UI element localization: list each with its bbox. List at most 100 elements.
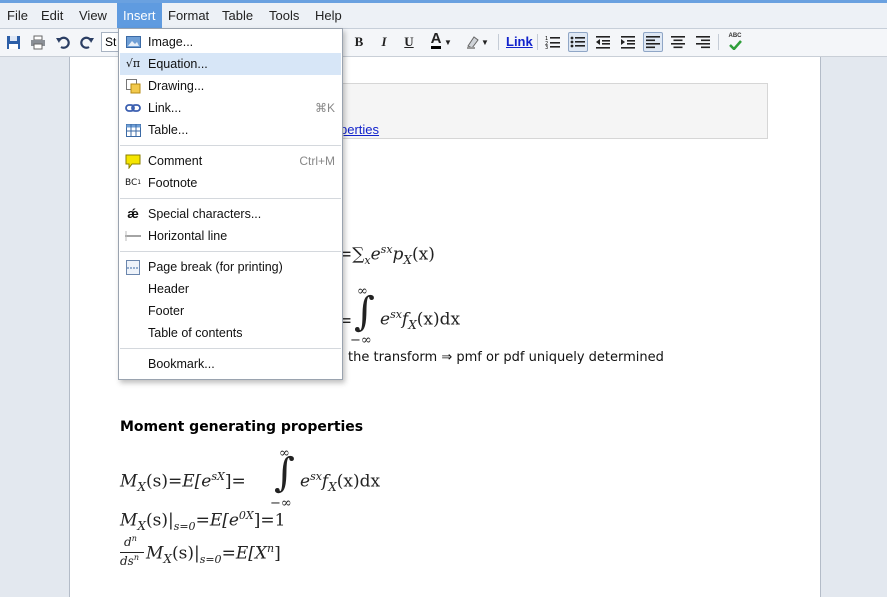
- menu-file[interactable]: File: [1, 3, 34, 28]
- evaluation-point: s=0: [173, 520, 196, 534]
- continuous-transform-integrand[interactable]: esxfX(x)dx: [380, 308, 460, 332]
- section-heading[interactable]: Moment generating properties: [120, 419, 363, 435]
- insert-page-break-item[interactable]: Page break (for printing): [120, 256, 341, 278]
- align-right-icon[interactable]: [693, 32, 713, 52]
- mgf-at-zero-equation[interactable]: MX(s)|s=0=E[e0X]=1: [120, 509, 285, 533]
- menu-item-label: Footnote: [148, 176, 198, 190]
- derivative-denominator: dsn: [120, 553, 139, 568]
- expectation-power: 0X: [238, 509, 254, 522]
- integral-sign: ∫: [354, 289, 375, 335]
- insert-drawing-item[interactable]: Drawing...: [120, 75, 341, 97]
- menu-item-shortcut: ⌘K: [314, 101, 335, 115]
- insert-horizontal-line-item[interactable]: Horizontal line: [120, 225, 341, 247]
- pmf-subscript: X: [403, 253, 412, 268]
- highlight-dropdown-icon[interactable]: ▼: [480, 32, 490, 52]
- menu-item-label: Horizontal line: [148, 229, 228, 243]
- mgf-argument: (s): [145, 471, 168, 492]
- equals-sign: =: [167, 471, 183, 492]
- insert-footer-item[interactable]: Footer: [120, 300, 341, 322]
- exp-base: e: [300, 471, 311, 492]
- redo-icon[interactable]: [77, 32, 97, 52]
- menu-separator: [120, 251, 341, 252]
- increase-indent-icon[interactable]: [618, 32, 638, 52]
- bulleted-list-icon[interactable]: [568, 32, 588, 52]
- insert-header-item[interactable]: Header: [120, 278, 341, 300]
- mgf-symbol: M: [146, 543, 164, 564]
- integral-lower-limit: −∞: [350, 333, 372, 348]
- expectation: E[X: [235, 543, 267, 564]
- bracket-close: ]: [274, 543, 281, 564]
- uniqueness-text[interactable]: the transform ⇒ pmf or pdf uniquely dete…: [348, 350, 664, 365]
- link-icon: [125, 100, 141, 116]
- result-one: 1: [274, 510, 286, 531]
- toolbar-separator: [537, 34, 538, 50]
- mgf-integrand[interactable]: esxfX(x)dx: [300, 470, 380, 494]
- mgf-symbol: M: [120, 510, 138, 531]
- table-icon: [125, 122, 141, 138]
- italic-button[interactable]: I: [374, 32, 394, 52]
- menu-tools[interactable]: Tools: [263, 3, 305, 28]
- menu-item-label: Table...: [148, 123, 189, 137]
- expectation: E[e: [182, 471, 212, 492]
- insert-footnote-item[interactable]: BC 1 Footnote: [120, 172, 341, 194]
- undo-icon[interactable]: [53, 32, 73, 52]
- expectation: E[e: [209, 510, 239, 531]
- toolbar-separator: [718, 34, 719, 50]
- menu-format[interactable]: Format: [162, 3, 215, 28]
- insert-table-item[interactable]: Table...: [120, 119, 341, 141]
- menu-item-label: Special characters...: [148, 207, 262, 221]
- insert-bookmark-item[interactable]: Bookmark...: [120, 353, 341, 375]
- underline-button[interactable]: U: [399, 32, 419, 52]
- save-icon[interactable]: [3, 32, 23, 52]
- numbered-list-icon[interactable]: 123: [543, 32, 563, 52]
- align-center-icon[interactable]: [668, 32, 688, 52]
- mgf-definition-lhs[interactable]: MX(s)=E[esX]=: [120, 470, 246, 494]
- box-link[interactable]: perties: [340, 122, 379, 137]
- menu-item-label: Bookmark...: [148, 357, 215, 371]
- menubar: File Edit View Insert Format Table Tools…: [0, 3, 887, 29]
- bold-button[interactable]: B: [349, 32, 369, 52]
- pdf-subscript: X: [408, 318, 417, 333]
- equals-sign: =: [260, 510, 275, 531]
- exp-power: sx: [310, 470, 322, 483]
- menu-item-label: Drawing...: [148, 79, 205, 93]
- equals-sign: =: [221, 543, 236, 564]
- menu-item-label: Link...: [148, 101, 182, 115]
- insert-comment-item[interactable]: Comment Ctrl+M: [120, 150, 341, 172]
- menu-table[interactable]: Table: [216, 3, 259, 28]
- insert-link-item[interactable]: Link... ⌘K: [120, 97, 341, 119]
- align-left-icon[interactable]: [643, 32, 663, 52]
- font-color-dropdown-icon[interactable]: ▼: [443, 32, 453, 52]
- menu-item-label: Page break (for printing): [148, 260, 283, 274]
- menu-item-label: Table of contents: [148, 326, 243, 340]
- image-icon: [125, 34, 141, 50]
- comment-icon: [125, 153, 141, 169]
- spellcheck-label: ABC: [728, 32, 742, 39]
- mgf-integral-sign: ∫: [274, 450, 295, 496]
- expectation-power: n: [266, 542, 275, 555]
- decrease-indent-icon[interactable]: [593, 32, 613, 52]
- expectation-power: sX: [211, 470, 225, 483]
- pmf-symbol: p: [392, 244, 404, 265]
- spellcheck-icon[interactable]: ABC: [725, 31, 745, 51]
- menu-edit[interactable]: Edit: [35, 3, 69, 28]
- menu-insert[interactable]: Insert: [117, 3, 162, 28]
- menu-help[interactable]: Help: [309, 3, 348, 28]
- insert-menu: Image... √π Equation... Drawing... Link.…: [118, 28, 343, 380]
- evaluation-point: s=0: [199, 553, 222, 567]
- insert-table-of-contents-item[interactable]: Table of contents: [120, 322, 341, 344]
- pmf-argument: (x): [411, 244, 435, 265]
- insert-image-item[interactable]: Image...: [120, 31, 341, 53]
- nth-moment-equation[interactable]: MX(s)|s=0=E[Xn]: [146, 542, 281, 566]
- exp-base: e: [370, 244, 381, 265]
- derivative-ds: ds: [120, 554, 134, 568]
- discrete-transform-equation[interactable]: =∑xesxpX(x): [338, 243, 435, 267]
- derivative-order: n: [133, 553, 139, 562]
- print-icon[interactable]: [28, 32, 48, 52]
- menu-view[interactable]: View: [73, 3, 113, 28]
- insert-equation-item[interactable]: √π Equation...: [120, 53, 341, 75]
- link-button[interactable]: Link: [506, 32, 533, 52]
- exp-power: sx: [390, 308, 402, 321]
- derivative-numerator: dn: [124, 534, 137, 549]
- insert-special-characters-item[interactable]: ǽ Special characters...: [120, 203, 341, 225]
